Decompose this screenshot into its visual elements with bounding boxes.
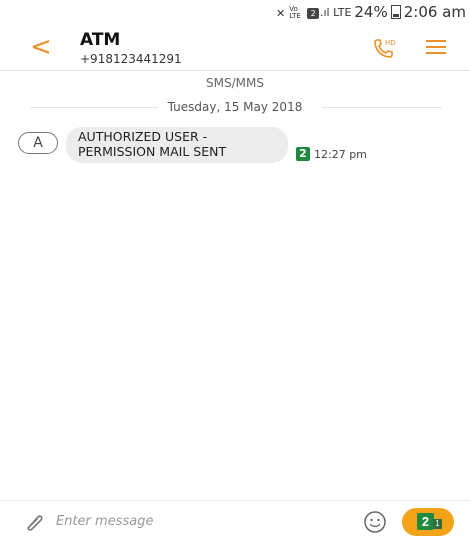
battery-percent: 24% [354, 3, 388, 21]
message-composer: 2 1 [0, 500, 470, 538]
hamburger-menu-icon[interactable] [425, 38, 447, 56]
mute-icon: ✕ [276, 6, 286, 20]
status-right: .ıl LTE 24% 2:06 am [320, 3, 466, 21]
sim-badge: 2 [296, 147, 310, 161]
send-button[interactable]: 2 1 [402, 508, 454, 536]
svg-text:HD: HD [385, 39, 396, 47]
smiley-icon[interactable] [363, 510, 387, 534]
sim-indicator-badge: 2 [307, 7, 320, 19]
contact-name[interactable]: ATM [80, 30, 120, 50]
header-divider [0, 70, 470, 71]
message-input[interactable] [56, 510, 346, 532]
contact-avatar[interactable]: A [18, 132, 58, 154]
channel-label: SMS/MMS [206, 76, 264, 90]
send-count-badge: 1 [433, 519, 442, 529]
hd-call-icon[interactable]: HD [372, 36, 396, 60]
contact-number[interactable]: +918123441291 [80, 52, 182, 66]
status-bar: ✕ Vo LTE 2 .ıl LTE 24% 2:06 am [0, 0, 470, 26]
message-text-line: PERMISSION MAIL SENT [78, 144, 227, 159]
date-divider-right [322, 107, 442, 108]
composer-divider [0, 500, 470, 501]
send-sim-badge: 2 [417, 513, 434, 530]
conversation-header: < ATM +918123441291 HD [0, 26, 470, 70]
message-bubble[interactable]: AUTHORIZED USER - PERMISSION MAIL SENT [66, 127, 288, 163]
status-time: 2:06 am [403, 3, 466, 21]
date-separator: Tuesday, 15 May 2018 [0, 96, 470, 120]
message-text-line: AUTHORIZED USER - [78, 129, 208, 144]
network-label: Vo LTE [289, 5, 301, 20]
signal-indicator: .ıl LTE [320, 5, 352, 19]
paperclip-icon[interactable] [22, 512, 46, 532]
battery-icon [390, 5, 401, 19]
chevron-left-icon[interactable]: < [30, 30, 52, 64]
message-time: 12:27 pm [314, 148, 367, 161]
